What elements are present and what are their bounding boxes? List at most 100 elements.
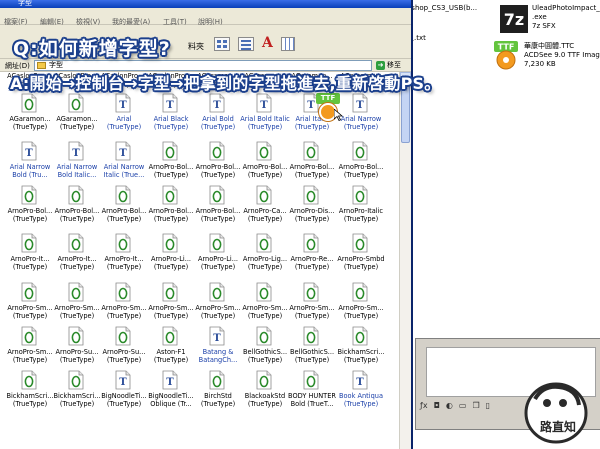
- opentype-font-icon: [256, 326, 272, 346]
- opentype-font-icon: [162, 282, 178, 302]
- font-file-name: BODY HUNTER: [288, 392, 336, 400]
- font-file-name: Book Antiqua: [338, 392, 384, 400]
- view-large-icons-button[interactable]: [214, 37, 230, 51]
- view-list-button[interactable]: [238, 37, 254, 51]
- view-details-button[interactable]: [281, 37, 295, 51]
- fx-icon[interactable]: ƒx: [420, 401, 428, 410]
- svg-text:T: T: [166, 100, 174, 111]
- svg-text:T: T: [356, 100, 364, 111]
- mask-icon[interactable]: ◘: [434, 401, 440, 410]
- svg-text:T: T: [119, 148, 127, 159]
- font-file-type: (TrueType): [294, 171, 330, 179]
- window-titlebar[interactable]: 字型: [0, 0, 411, 8]
- font-file-item[interactable]: ArnoPro-Sm... (TrueType): [333, 282, 389, 330]
- folder-icon: [37, 62, 46, 69]
- caption-answer: A:開始→控制台→字型→把拿到的字型拖進去,重新啓動PS。: [10, 74, 441, 93]
- opentype-font-icon: [21, 282, 37, 302]
- font-file-type: (TrueType): [343, 400, 379, 408]
- font-file-item[interactable]: ArnoPro-Dis... (TrueType): [284, 185, 340, 233]
- font-file-item[interactable]: ArnoPro-Re... (TrueType): [284, 233, 340, 281]
- bg-file-ttc[interactable]: 華康中圓體.TTC ACDSee 9.0 TTF Image 7,230 KB: [524, 42, 600, 69]
- font-file-label: ArnoPro-Sm... (TrueType): [333, 304, 389, 320]
- svg-text:T: T: [356, 377, 364, 388]
- font-file-item[interactable]: ArnoPro-Bol... (TrueType): [284, 141, 340, 189]
- font-file-name: ArnoPro-Sm...: [289, 304, 335, 312]
- opentype-font-icon: [68, 282, 84, 302]
- adjustment-icon[interactable]: ◐: [446, 401, 453, 410]
- font-file-label: ArnoPro-Dis... (TrueType): [284, 207, 340, 223]
- truetype-font-icon: T: [115, 370, 131, 390]
- bg-file-photoimpact-line1: UleadPhotoImpact_10(b...: [532, 4, 600, 12]
- font-file-type: (TrueType): [343, 312, 379, 320]
- fonts-explorer-window: 字型 檔案(F) 編輯(E) 檢視(V) 我的最愛(A) 工具(T) 說明(H)…: [0, 0, 413, 449]
- 7z-archive-icon[interactable]: 7z: [500, 5, 528, 33]
- folder-icon[interactable]: ▭: [459, 401, 467, 410]
- opentype-font-icon: [209, 233, 225, 253]
- font-similarity-icon[interactable]: A: [262, 35, 273, 51]
- ttf-file-icon[interactable]: TTF: [491, 40, 521, 70]
- font-file-type: (TrueType): [343, 123, 379, 131]
- opentype-font-icon: [21, 370, 37, 390]
- font-file-name: ArnoPro-Bol...: [338, 163, 384, 171]
- opentype-font-icon: [303, 370, 319, 390]
- truetype-font-icon: T: [21, 141, 37, 161]
- font-file-name: ArnoPro-Smbd: [337, 255, 385, 263]
- opentype-font-icon: [352, 233, 368, 253]
- font-file-label: ArnoPro-Sm... (TrueType): [284, 304, 340, 320]
- font-file-item[interactable]: BellGothicS... (TrueType): [284, 326, 340, 374]
- svg-text:T: T: [166, 377, 174, 388]
- font-file-type: (TrueType): [294, 356, 330, 364]
- opentype-font-icon: [209, 370, 225, 390]
- opentype-font-icon: [209, 282, 225, 302]
- opentype-font-icon: [21, 93, 37, 113]
- font-file-item[interactable]: ArnoPro-Italic (TrueType): [333, 185, 389, 233]
- font-file-type: (TrueType): [343, 171, 379, 179]
- opentype-font-icon: [68, 185, 84, 205]
- bg-file-ttc-size: 7,230 KB: [524, 60, 556, 68]
- opentype-font-icon: [352, 185, 368, 205]
- opentype-font-icon: [115, 326, 131, 346]
- font-file-name: ArnoPro-Dis...: [289, 207, 335, 215]
- font-file-item[interactable]: ArnoPro-Bol... (TrueType): [333, 141, 389, 189]
- truetype-font-icon: T: [162, 370, 178, 390]
- font-file-item[interactable]: ArnoPro-Smbd (TrueType): [333, 233, 389, 281]
- trash-icon[interactable]: ▯: [486, 401, 490, 410]
- opentype-font-icon: [68, 326, 84, 346]
- font-file-item[interactable]: BODY HUNTER Bold (TrueT...: [284, 370, 340, 418]
- go-button[interactable]: ➜ 移至: [376, 60, 401, 70]
- font-file-item[interactable]: BickhamScri... (TrueType): [333, 326, 389, 374]
- truetype-font-icon: T: [68, 141, 84, 161]
- font-file-label: BellGothicS... (TrueType): [284, 348, 340, 364]
- font-file-label: ArnoPro-Smbd (TrueType): [333, 255, 389, 271]
- font-file-label: ArnoPro-Bol... (TrueType): [333, 163, 389, 179]
- opentype-font-icon: [256, 282, 272, 302]
- font-file-label: Book Antiqua (TrueType): [333, 392, 389, 408]
- bg-file-photoimpact-line3: 7z SFX: [532, 22, 556, 30]
- font-file-type: (TrueType): [343, 215, 379, 223]
- blog-watermark-logo: 路直知: [524, 382, 588, 444]
- opentype-font-icon: [162, 233, 178, 253]
- font-file-name: ArnoPro-Sm...: [338, 304, 384, 312]
- new-layer-icon[interactable]: ❐: [472, 401, 479, 410]
- opentype-font-icon: [256, 141, 272, 161]
- folders-button-label[interactable]: 料夾: [188, 41, 204, 52]
- opentype-font-icon: [68, 233, 84, 253]
- truetype-font-icon: T: [115, 93, 131, 113]
- mouse-cursor-icon: [334, 109, 344, 121]
- font-file-item[interactable]: ArnoPro-Sm... (TrueType): [284, 282, 340, 330]
- bg-file-photoimpact[interactable]: UleadPhotoImpact_10(b... .exe 7z SFX: [532, 4, 600, 31]
- dragged-ttf-file[interactable]: TTF: [308, 93, 344, 121]
- font-file-name: BellGothicS...: [289, 348, 335, 356]
- go-arrow-icon: ➜: [376, 60, 385, 70]
- opentype-font-icon: [68, 93, 84, 113]
- font-file-name: ArnoPro-Re...: [290, 255, 334, 263]
- opentype-font-icon: [21, 185, 37, 205]
- font-file-type: (TrueType): [294, 312, 330, 320]
- ttf-file-icon-text: TTF: [498, 43, 515, 52]
- opentype-font-icon: [352, 282, 368, 302]
- font-file-item[interactable]: T Book Antiqua (TrueType): [333, 370, 389, 418]
- caption-question: Q:如何新增字型?: [13, 38, 171, 60]
- font-file-label: ArnoPro-Italic (TrueType): [333, 207, 389, 223]
- vertical-scrollbar[interactable]: ▲: [399, 72, 411, 449]
- font-file-name: ArnoPro-Bol...: [289, 163, 335, 171]
